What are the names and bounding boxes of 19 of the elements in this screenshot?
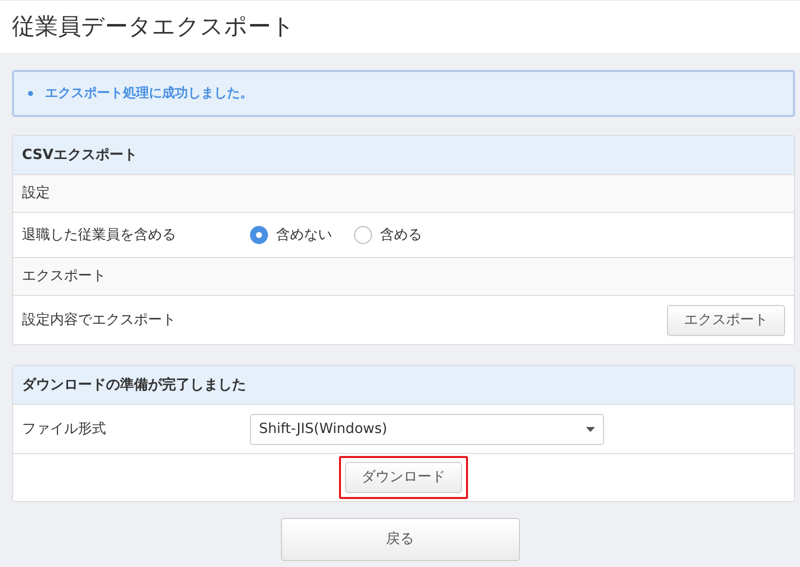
page-title: 従業員データエクスポート [12,12,295,42]
back-button[interactable]: 戻る [280,518,520,561]
panel-title: ダウンロードの準備が完了しました [22,376,246,394]
section-label: 設定 [22,184,50,203]
radio-option[interactable]: 含める [354,224,422,246]
caret-icon [586,426,595,432]
alert-message: エクスポート処理に成功しました。 [45,84,253,103]
field-label: 設定内容でエクスポート [22,310,176,330]
radio-button[interactable] [250,226,268,244]
bullet-icon [28,91,33,96]
section-label: エクスポート [22,267,106,286]
export-button[interactable]: エクスポート [667,304,785,336]
file-format-select[interactable]: Shift-JIS(Windows) [250,414,604,444]
radio-option[interactable]: 含めない [250,224,332,246]
radio-button[interactable] [354,226,372,244]
field-label: 退職した従業員を含める [22,226,177,244]
download-button[interactable]: ダウンロード [345,462,462,493]
panel-title: CSVエクスポート [22,146,138,164]
field-label: ファイル形式 [22,420,107,438]
